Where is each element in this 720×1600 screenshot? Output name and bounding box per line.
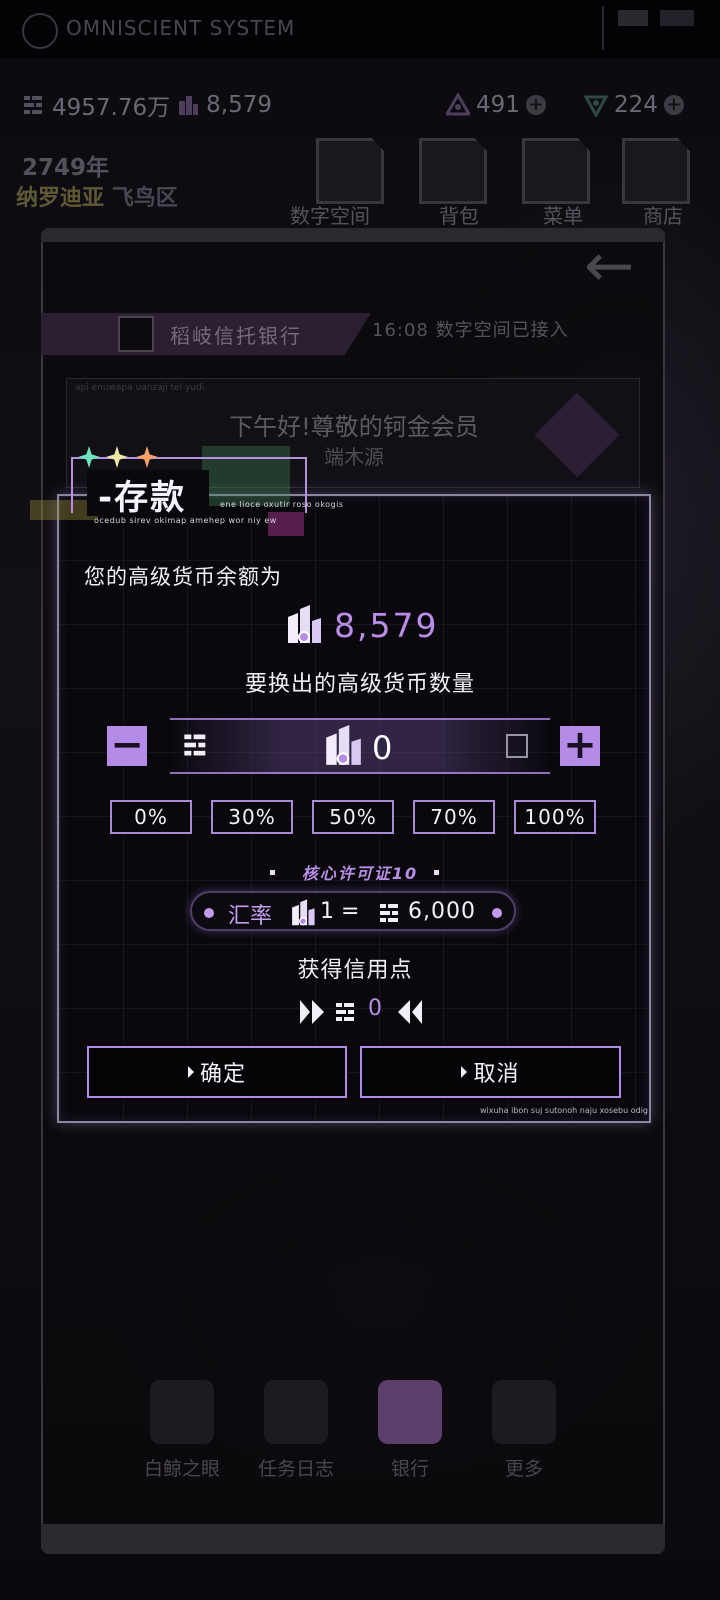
credit-icon: [336, 1003, 354, 1021]
balance-value: 8,579: [334, 605, 439, 645]
license-label: 核心许可证10: [301, 864, 419, 883]
dialog-title: -存款: [98, 478, 187, 518]
dialog-footer: wixuha ibon suj sutonoh naju xosebu odig: [480, 1106, 648, 1115]
nav-bank[interactable]: 银行: [370, 1380, 450, 1481]
nav-task-log-label: 任务日志: [257, 1458, 334, 1480]
panel-top-edge: [41, 228, 665, 242]
greeting-small-text: api enuwapa uanzaji tel yudi: [75, 383, 205, 393]
rate-left: 1 =: [320, 899, 360, 924]
premium-crystal-icon: [288, 605, 321, 643]
balance-row: 8,579: [284, 603, 438, 647]
resource-a-display: 491 +: [446, 88, 546, 122]
exchange-label: 要换出的高级货币数量: [244, 672, 475, 697]
rate-dot: [492, 908, 502, 918]
system-logo-icon: [22, 13, 58, 49]
percent-50-button[interactable]: 50%: [312, 800, 394, 834]
resource-a-add-button[interactable]: +: [525, 95, 546, 115]
credit-icon: [380, 904, 398, 922]
backpack-button[interactable]: [419, 138, 487, 204]
premium-crystal-icon: [326, 725, 361, 765]
location-label: 纳罗迪亚 飞鸟区: [16, 180, 178, 212]
decrease-button[interactable]: −: [107, 725, 147, 766]
nav-whale-eye[interactable]: 白鲸之眼: [142, 1380, 222, 1481]
dialog-subtitle-a: ene lioce oxutir roso okogis: [220, 500, 344, 509]
resource-b-value: 224: [614, 92, 658, 118]
nav-more[interactable]: 更多: [484, 1380, 564, 1481]
play-icon: [187, 1066, 194, 1078]
currency-value: 4957.76万: [52, 95, 171, 121]
edit-icon[interactable]: [506, 734, 528, 758]
rate-label: 汇率: [228, 904, 273, 929]
confirm-label: 确定: [199, 1062, 246, 1087]
arrow-left-icon: [398, 1000, 422, 1024]
percent-100-button[interactable]: 100%: [514, 800, 596, 834]
rate-dot: [204, 908, 214, 918]
triangle-resource-icon: [446, 93, 470, 116]
arrow-right-icon: [300, 1000, 324, 1024]
eye-icon: [150, 1380, 214, 1444]
license-dot: [434, 870, 439, 875]
bank-icon: [378, 1380, 442, 1444]
balance-label: 您的高级货币余额为: [84, 565, 282, 589]
bank-status: 16:08 数字空间已接入: [372, 320, 569, 341]
nav-task-log[interactable]: 任务日志: [256, 1380, 336, 1481]
backpack-label: 背包: [439, 204, 479, 228]
year-label: 2749年: [22, 155, 110, 181]
nav-more-label: 更多: [504, 1458, 543, 1480]
premium-crystal-icon: [292, 899, 315, 926]
person-icon: [492, 1380, 556, 1444]
resource-b-display: 224 +: [584, 88, 684, 122]
resource-b-add-button[interactable]: +: [663, 95, 684, 115]
shop-label: 商店: [643, 204, 683, 228]
shop-button[interactable]: [622, 138, 690, 204]
rate-right: 6,000: [408, 899, 476, 924]
exchange-rate-pill: 汇率 1 = 6,000: [190, 891, 516, 931]
play-icon: [461, 1066, 468, 1078]
dialog-subtitle-b: ocedub sirev okimap amehep wor niy ew: [94, 516, 277, 525]
credit-value: 0: [368, 996, 382, 1021]
increase-button[interactable]: +: [560, 725, 600, 766]
credit-icon: [24, 96, 42, 114]
menu-label: 菜单: [543, 204, 583, 228]
back-arrow-icon[interactable]: ←: [584, 236, 634, 296]
percent-0-button[interactable]: 0%: [110, 800, 192, 834]
credit-label: 获得信用点: [297, 958, 413, 983]
percent-30-button[interactable]: 30%: [211, 800, 293, 834]
system-status-icon: [602, 6, 702, 50]
panel-bottom-edge: [41, 1524, 665, 1554]
nav-bank-label: 银行: [390, 1458, 429, 1480]
confirm-button[interactable]: 确定: [87, 1046, 347, 1098]
bank-logo-icon: [118, 316, 154, 352]
credit-icon: [184, 734, 206, 756]
cancel-button[interactable]: 取消: [360, 1046, 621, 1098]
gem-resource-icon: [584, 95, 608, 117]
menu-button[interactable]: [522, 138, 590, 204]
percent-70-button[interactable]: 70%: [413, 800, 495, 834]
digital-space-label: 数字空间: [290, 204, 370, 228]
bank-name: 稻岐信托银行: [170, 324, 302, 348]
currency-display: 4957.76万 8,579: [22, 88, 272, 122]
region-name: 纳罗迪亚: [16, 186, 105, 211]
premium-crystal-icon: [179, 96, 199, 115]
calendar-icon: [264, 1380, 328, 1444]
district-name: 飞鸟区: [111, 186, 178, 211]
nav-whale-eye-label: 白鲸之眼: [143, 1458, 220, 1480]
cancel-label: 取消: [473, 1062, 520, 1087]
system-topbar: OMNISCIENT SYSTEM: [0, 0, 720, 58]
premium-value: 8,579: [206, 92, 272, 118]
resource-a-value: 491: [476, 92, 520, 118]
quantity-value: 0: [372, 729, 393, 767]
system-title: OMNISCIENT SYSTEM: [66, 16, 296, 40]
digital-space-button[interactable]: [316, 138, 384, 204]
